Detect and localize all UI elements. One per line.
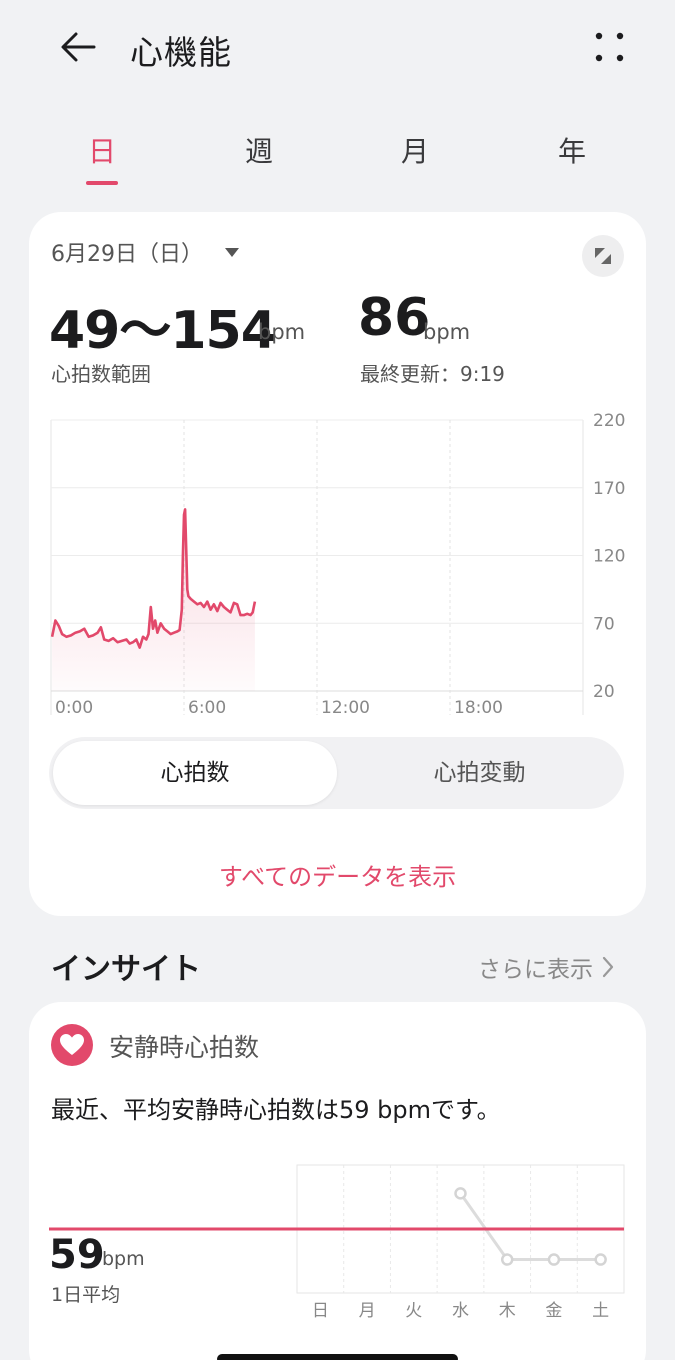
y-tick-label: 170	[593, 479, 625, 499]
y-tick-label: 70	[593, 614, 615, 634]
x-tick-label: 6:00	[188, 698, 226, 718]
tab-year[interactable]: 年	[532, 130, 612, 170]
tab-month[interactable]: 月	[375, 130, 455, 170]
segment-heart-rate[interactable]: 心拍数	[53, 741, 337, 805]
range-label: 心拍数範囲	[51, 362, 151, 386]
see-more-label: さらに表示	[478, 957, 593, 983]
resting-heart-rate-card[interactable]: 安静時心拍数 最近、平均安静時心拍数は59 bpmです。 日月火水木金土 59 …	[29, 1002, 646, 1360]
see-more-link[interactable]: さらに表示	[478, 950, 615, 984]
resting-average-value: 59	[49, 1232, 105, 1278]
expand-button[interactable]	[582, 235, 624, 277]
caret-down-icon	[225, 247, 239, 257]
latest-unit: bpm	[423, 320, 471, 344]
heart-rate-card: 6月29日（日） 49〜154 bpm 心拍数範囲 86 bpm 最終更新：9:…	[29, 212, 646, 916]
latest-heart-rate-value: 86	[358, 288, 431, 348]
y-tick-label: 20	[593, 682, 615, 702]
heart-rate-range-value: 49〜154	[49, 301, 277, 361]
resting-rate-point	[547, 1253, 561, 1266]
heart-rate-chart[interactable]: 220 170 120 70 20 0:00 6:00 12:00 18:00	[29, 402, 646, 732]
active-tab-indicator	[86, 181, 118, 185]
insights-heading: インサイト	[51, 952, 201, 987]
expand-icon	[595, 248, 611, 264]
resting-rate-point	[454, 1187, 467, 1200]
page-title: 心機能	[130, 33, 232, 72]
segment-hrv[interactable]: 心拍変動	[339, 741, 620, 805]
tab-day[interactable]: 日	[62, 130, 142, 170]
day-label: 水	[452, 1301, 469, 1321]
app-header: 心機能	[0, 0, 675, 95]
day-label: 土	[592, 1301, 609, 1321]
resting-rate-point	[500, 1253, 514, 1266]
metric-toggle: 心拍数 心拍変動	[49, 737, 624, 809]
x-tick-label: 12:00	[321, 698, 370, 718]
home-indicator	[217, 1354, 458, 1360]
tab-week[interactable]: 週	[219, 130, 299, 170]
more-options-button[interactable]	[590, 28, 630, 68]
day-label: 金	[545, 1301, 562, 1321]
resting-average-label: 1日平均	[51, 1284, 121, 1306]
date-label: 6月29日（日）	[51, 242, 203, 267]
arrow-left-icon	[61, 32, 96, 62]
heart-icon	[60, 1034, 84, 1055]
day-label: 日	[312, 1301, 329, 1321]
period-tabs: 日 週 月 年	[0, 120, 675, 190]
heart-rate-area	[52, 509, 255, 691]
view-all-data-link[interactable]: すべてのデータを表示	[29, 857, 646, 892]
date-selector[interactable]: 6月29日（日）	[51, 236, 239, 268]
back-button[interactable]	[56, 26, 100, 70]
resting-heart-rate-mini-chart: 日月火水木金土	[49, 1164, 625, 1321]
insight-title: 安静時心拍数	[109, 1033, 260, 1062]
heart-badge	[51, 1024, 93, 1066]
chevron-right-icon	[602, 956, 614, 978]
y-tick-label: 220	[593, 411, 625, 431]
more-dots-icon	[595, 32, 624, 62]
x-tick-label: 18:00	[454, 698, 503, 718]
day-label: 火	[405, 1301, 422, 1321]
last-updated-label: 最終更新：9:19	[360, 362, 505, 386]
x-tick-label: 0:00	[55, 698, 93, 718]
insight-text: 最近、平均安静時心拍数は59 bpmです。	[51, 1096, 501, 1124]
day-label: 木	[499, 1301, 516, 1321]
resting-rate-point	[594, 1253, 607, 1266]
day-label: 月	[359, 1301, 376, 1321]
y-tick-label: 120	[593, 547, 625, 567]
range-unit: bpm	[258, 320, 306, 344]
resting-average-unit: bpm	[102, 1248, 145, 1270]
